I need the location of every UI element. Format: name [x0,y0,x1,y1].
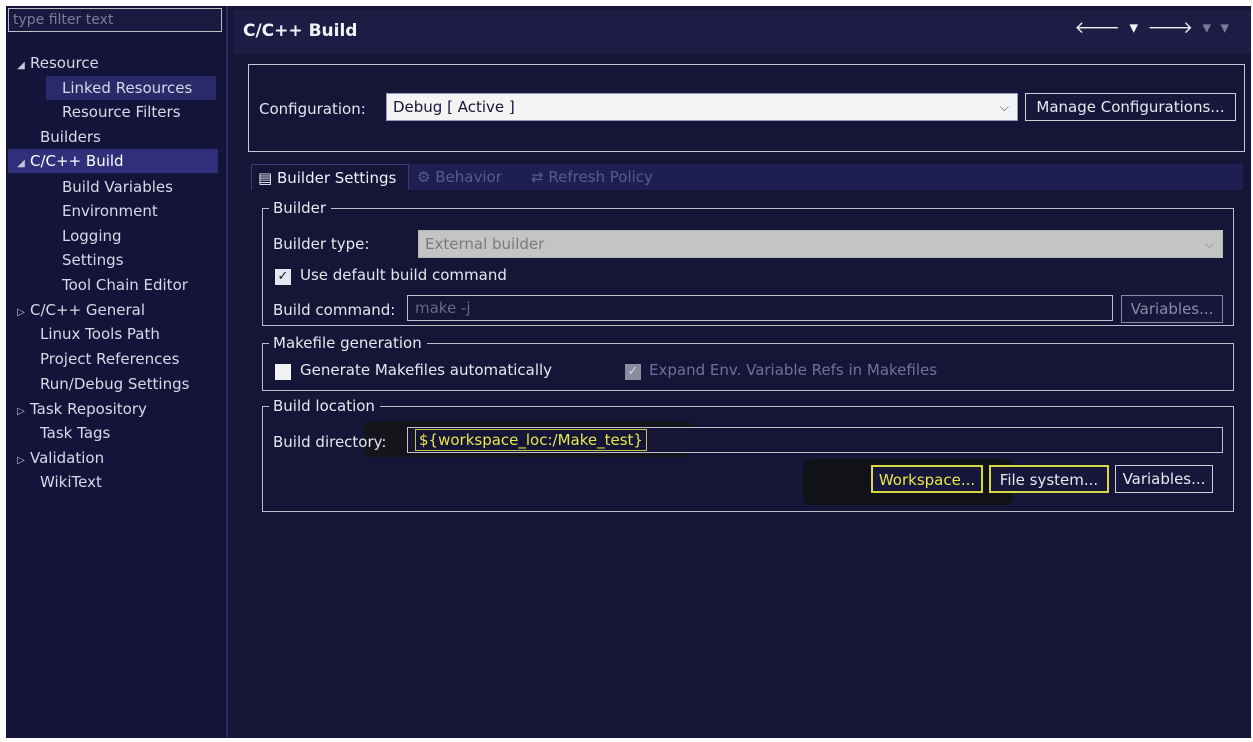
configuration-select[interactable]: Debug [ Active ] ⌵ [386,93,1018,121]
use-default-checkbox[interactable]: ✓ [275,269,291,285]
generate-makefiles-label: Generate Makefiles automatically [300,361,553,379]
tree-item-builders[interactable]: Builders [40,125,101,149]
properties-window: type filter text ◢ Resource Linked Resour… [6,6,1251,738]
property-page: C/C++ Build 🡐 ▾ 🡒 ▾ ▾ Configuration: Deb… [233,6,1251,738]
tree-item-linux-tools-path[interactable]: Linux Tools Path [40,322,160,346]
tree-item-resource-filters[interactable]: Resource Filters [62,100,181,124]
tree-item-settings[interactable]: Settings [62,248,124,272]
build-command-field[interactable]: make -j [407,295,1113,321]
tree-item-linked-resources[interactable]: Linked Resources [46,76,216,100]
configuration-box: Configuration: Debug [ Active ] ⌵ Manage… [248,64,1245,152]
tree-item-run-debug-settings[interactable]: Run/Debug Settings [40,372,189,396]
filter-input[interactable]: type filter text [8,8,222,32]
tab-refresh-policy[interactable]: ⇄ Refresh Policy [523,164,681,190]
tab-behavior[interactable]: ⚙ Behavior [413,164,521,190]
build-location-group-title: Build location [269,396,380,416]
tree-item-task-tags[interactable]: Task Tags [40,421,110,445]
expand-icon[interactable]: ▷ [12,400,30,424]
manage-configurations-button[interactable]: Manage Configurations... [1025,93,1236,121]
nav-arrows: 🡐 ▾ 🡒 ▾ ▾ [1075,18,1231,38]
page-header: C/C++ Build 🡐 ▾ 🡒 ▾ ▾ [233,10,1251,54]
tree-item-wikitext[interactable]: WikiText [40,470,102,494]
chevron-down-icon: ⌵ [1204,237,1214,251]
tree-item-environment[interactable]: Environment [62,199,158,223]
tree-item-cpp-build[interactable]: ◢ C/C++ Build [8,149,218,173]
forward-arrow-icon[interactable]: 🡒 [1148,18,1196,38]
document-icon: ▤ [258,169,273,187]
variables-button-location[interactable]: Variables... [1115,465,1213,493]
use-default-label: Use default build command [300,266,507,284]
tree-item-resource[interactable]: ◢ Resource [12,51,99,75]
variables-button-builder[interactable]: Variables... [1121,295,1223,323]
build-command-label: Build command: [273,301,396,319]
build-location-group: Build location Build directory: ${worksp… [262,396,1234,512]
tree-item-build-variables[interactable]: Build Variables [62,175,173,199]
page-title: C/C++ Build [243,21,358,41]
refresh-icon: ⇄ [531,168,544,186]
expand-icon[interactable]: ▷ [12,449,30,473]
tree-item-cpp-general[interactable]: ▷ C/C++ General [12,298,145,322]
tab-builder-settings[interactable]: ▤ Builder Settings [251,164,409,190]
gear-icon: ⚙ [417,168,431,186]
workspace-button[interactable]: Workspace... [871,465,983,493]
generate-makefiles-checkbox[interactable] [275,364,291,380]
expand-env-label: Expand Env. Variable Refs in Makefiles [649,361,938,379]
tree-item-validation[interactable]: ▷ Validation [12,446,104,470]
build-directory-label: Build directory: [273,433,387,451]
collapse-icon[interactable]: ◢ [12,152,30,176]
expand-icon[interactable]: ◢ [12,54,30,78]
makefile-group: Makefile generation Generate Makefiles a… [262,333,1234,391]
tree-item-task-repository[interactable]: ▷ Task Repository [12,397,147,421]
chevron-down-icon[interactable]: ▾ [1203,18,1214,38]
build-directory-field[interactable]: ${workspace_loc:/Make_test} [407,427,1223,453]
chevron-down-icon[interactable]: ▾ [1130,18,1141,38]
tab-bar: ▤ Builder Settings ⚙ Behavior ⇄ Refresh … [251,164,1243,190]
property-tree-panel: type filter text ◢ Resource Linked Resour… [6,6,228,738]
menu-chevron-icon[interactable]: ▾ [1220,18,1231,38]
builder-group-title: Builder [269,198,332,218]
tree-item-logging[interactable]: Logging [62,224,122,248]
builder-type-select[interactable]: External builder ⌵ [418,230,1223,258]
builder-group: Builder Builder type: External builder ⌵… [262,198,1234,326]
expand-icon[interactable]: ▷ [12,301,30,325]
builder-type-label: Builder type: [273,235,370,253]
chevron-down-icon: ⌵ [999,100,1009,114]
makefile-group-title: Makefile generation [269,333,427,353]
expand-env-checkbox[interactable]: ✓ [625,364,641,380]
tree-item-project-references[interactable]: Project References [40,347,179,371]
tree-item-tool-chain-editor[interactable]: Tool Chain Editor [62,273,188,297]
configuration-label: Configuration: [259,100,366,118]
file-system-button[interactable]: File system... [989,465,1109,493]
back-arrow-icon[interactable]: 🡐 [1075,18,1123,38]
